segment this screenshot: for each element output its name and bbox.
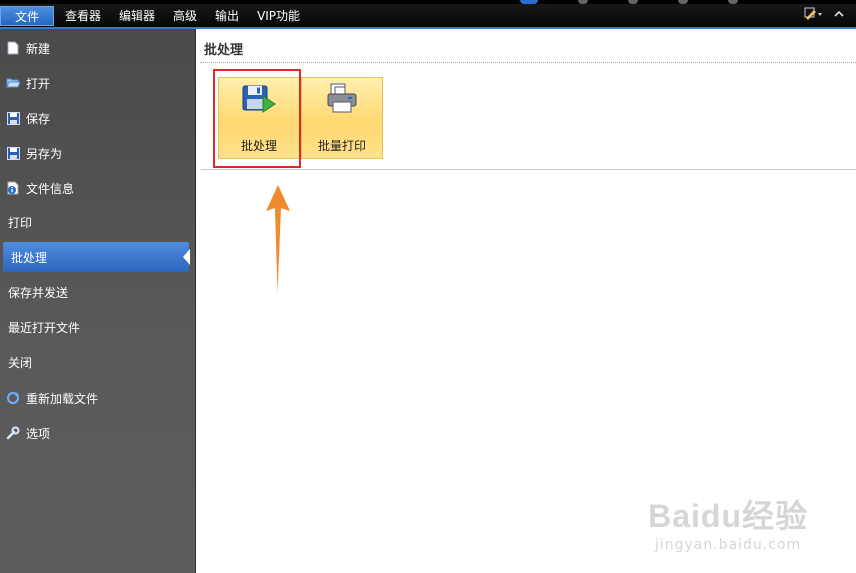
sidebar-item-label: 打印 (8, 215, 33, 230)
top-right-tools (804, 7, 848, 23)
style-dropdown-icon[interactable] (804, 7, 822, 23)
sidebar-item-recent[interactable]: 最近打开文件 (0, 312, 192, 342)
sidebar-item-label: 重新加载文件 (26, 391, 99, 406)
sidebar-item-label: 关闭 (8, 355, 33, 370)
wrench-icon (6, 426, 20, 440)
menu-file[interactable]: 文件 (0, 6, 54, 26)
watermark-brand: Baidu经验 (648, 498, 808, 534)
top-control-1[interactable] (520, 0, 538, 4)
info-icon (6, 181, 20, 195)
menu-viewer[interactable]: 查看器 (56, 6, 110, 26)
top-control-4[interactable] (678, 0, 688, 4)
sidebar-item-open[interactable]: 打开 (0, 68, 192, 98)
sidebar-item-print[interactable]: 打印 (0, 207, 192, 237)
sidebar-item-label: 最近打开文件 (8, 320, 81, 335)
collapse-ribbon-icon[interactable] (830, 7, 848, 23)
menu-editor[interactable]: 编辑器 (110, 6, 164, 26)
sidebar-item-reload[interactable]: 重新加载文件 (0, 383, 192, 413)
sidebar-item-file-info[interactable]: 文件信息 (0, 173, 192, 203)
sidebar-item-label: 保存 (26, 111, 51, 126)
sidebar-item-label: 新建 (26, 41, 51, 56)
page-title: 批处理 (204, 43, 244, 58)
sidebar-item-save[interactable]: 保存 (0, 103, 192, 133)
sidebar-item-label: 保存并发送 (8, 285, 69, 300)
sidebar-item-label: 选项 (26, 426, 51, 441)
save-icon (6, 111, 20, 125)
sidebar-item-save-as[interactable]: 另存为 (0, 138, 192, 168)
menu-bar: 文件 查看器 编辑器 高级 输出 VIP功能 (0, 6, 309, 26)
sidebar-item-save-send[interactable]: 保存并发送 (0, 277, 192, 307)
batch-print-button[interactable]: 批量打印 (301, 77, 383, 159)
sidebar-item-close[interactable]: 关闭 (0, 347, 192, 377)
sidebar-item-label: 文件信息 (26, 181, 75, 196)
batch-print-icon (324, 82, 360, 119)
sidebar-item-batch[interactable]: 批处理 (3, 242, 190, 272)
title-divider (200, 62, 856, 63)
baidu-watermark: Baidu经验 jingyan.baidu.com (648, 491, 808, 553)
folder-open-icon (6, 76, 20, 90)
tiles-separator (201, 169, 856, 170)
top-control-2[interactable] (578, 0, 588, 4)
menu-vip[interactable]: VIP功能 (248, 6, 309, 26)
sidebar-item-label: 批处理 (11, 250, 48, 265)
sidebar-item-label: 打开 (26, 76, 51, 91)
sidebar-item-label: 另存为 (26, 146, 63, 161)
reload-icon (6, 391, 20, 405)
save-as-icon (6, 146, 20, 160)
window-top-controls (520, 0, 738, 4)
watermark-url: jingyan.baidu.com (654, 537, 802, 553)
sidebar-item-options[interactable]: 选项 (0, 418, 192, 448)
title-menu-bar: 文件 查看器 编辑器 高级 输出 VIP功能 (0, 0, 856, 29)
orange-arrow-annotation (262, 185, 294, 298)
tile-label: 批量打印 (317, 139, 366, 153)
menu-advanced[interactable]: 高级 (164, 6, 206, 26)
backstage-sidebar: 新建 打开 保存 另存为 文件信息 打印 批处理 保存并发送 最近打开文件 关闭 (0, 29, 196, 573)
top-control-3[interactable] (628, 0, 638, 4)
sidebar-item-new[interactable]: 新建 (0, 33, 192, 63)
top-control-5[interactable] (728, 0, 738, 4)
highlight-box (213, 69, 301, 168)
menu-output[interactable]: 输出 (206, 6, 248, 26)
new-file-icon (6, 41, 20, 55)
